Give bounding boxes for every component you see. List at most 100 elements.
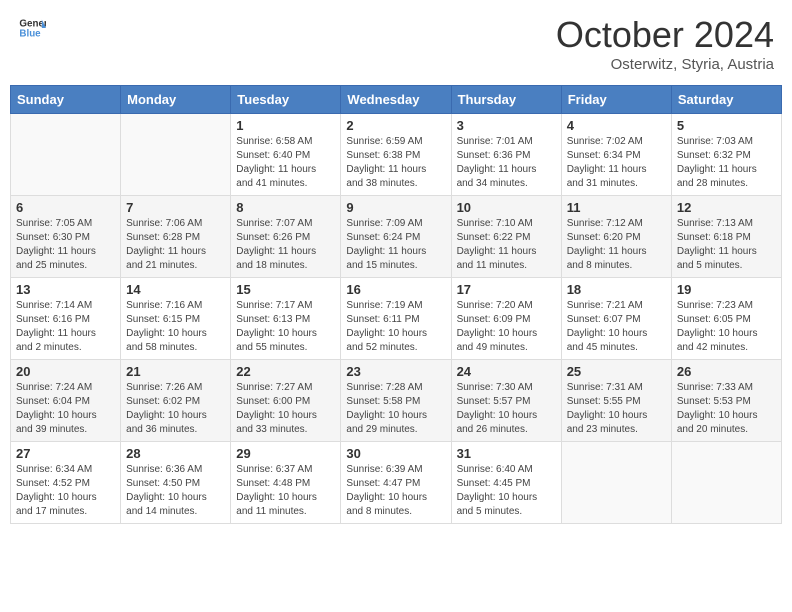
day-info: Sunrise: 6:59 AM Sunset: 6:38 PM Dayligh… <box>346 135 445 191</box>
day-number: 11 <box>567 200 666 215</box>
day-info: Sunrise: 6:58 AM Sunset: 6:40 PM Dayligh… <box>236 135 335 191</box>
day-info: Sunrise: 7:33 AM Sunset: 5:53 PM Dayligh… <box>677 381 776 437</box>
calendar-cell: 28 Sunrise: 6:36 AM Sunset: 4:50 PM Dayli… <box>121 442 231 524</box>
header: General Blue October 2024 Osterwitz, Sty… <box>10 10 782 77</box>
weekday-header-sunday: Sunday <box>11 86 121 114</box>
day-number: 5 <box>677 118 776 133</box>
calendar-cell: 16 Sunrise: 7:19 AM Sunset: 6:11 PM Dayli… <box>341 278 451 360</box>
weekday-header-friday: Friday <box>561 86 671 114</box>
day-number: 28 <box>126 446 225 461</box>
day-info: Sunrise: 7:01 AM Sunset: 6:36 PM Dayligh… <box>457 135 556 191</box>
day-info: Sunrise: 7:23 AM Sunset: 6:05 PM Dayligh… <box>677 299 776 355</box>
calendar-cell: 10 Sunrise: 7:10 AM Sunset: 6:22 PM Dayli… <box>451 196 561 278</box>
calendar-cell: 14 Sunrise: 7:16 AM Sunset: 6:15 PM Dayli… <box>121 278 231 360</box>
calendar-cell: 8Sunrise: 7:07 AM Sunset: 6:26 PM Daylig… <box>231 196 341 278</box>
day-info: Sunrise: 7:19 AM Sunset: 6:11 PM Dayligh… <box>346 299 445 355</box>
day-number: 25 <box>567 364 666 379</box>
day-info: Sunrise: 7:02 AM Sunset: 6:34 PM Dayligh… <box>567 135 666 191</box>
calendar-cell: 29 Sunrise: 6:37 AM Sunset: 4:48 PM Dayli… <box>231 442 341 524</box>
day-number: 7 <box>126 200 225 215</box>
calendar-cell: 15 Sunrise: 7:17 AM Sunset: 6:13 PM Dayli… <box>231 278 341 360</box>
weekday-header-thursday: Thursday <box>451 86 561 114</box>
calendar-cell: 23 Sunrise: 7:28 AM Sunset: 5:58 PM Dayli… <box>341 360 451 442</box>
calendar-cell: 19 Sunrise: 7:23 AM Sunset: 6:05 PM Dayli… <box>671 278 781 360</box>
day-info: Sunrise: 7:20 AM Sunset: 6:09 PM Dayligh… <box>457 299 556 355</box>
day-number: 15 <box>236 282 335 297</box>
calendar-week-row: 27Sunrise: 6:34 AM Sunset: 4:52 PM Dayli… <box>11 442 782 524</box>
day-number: 10 <box>457 200 556 215</box>
calendar-cell: 9Sunrise: 7:09 AM Sunset: 6:24 PM Daylig… <box>341 196 451 278</box>
calendar-cell: 21Sunrise: 7:26 AM Sunset: 6:02 PM Dayli… <box>121 360 231 442</box>
calendar-cell <box>561 442 671 524</box>
day-info: Sunrise: 7:13 AM Sunset: 6:18 PM Dayligh… <box>677 217 776 273</box>
day-info: Sunrise: 7:17 AM Sunset: 6:13 PM Dayligh… <box>236 299 335 355</box>
day-info: Sunrise: 6:37 AM Sunset: 4:48 PM Dayligh… <box>236 463 335 519</box>
day-info: Sunrise: 7:14 AM Sunset: 6:16 PM Dayligh… <box>16 299 115 355</box>
calendar-cell: 2 Sunrise: 6:59 AM Sunset: 6:38 PM Daylig… <box>341 114 451 196</box>
day-info: Sunrise: 7:24 AM Sunset: 6:04 PM Dayligh… <box>16 381 115 437</box>
calendar-week-row: 13 Sunrise: 7:14 AM Sunset: 6:16 PM Dayli… <box>11 278 782 360</box>
calendar-cell: 24 Sunrise: 7:30 AM Sunset: 5:57 PM Dayli… <box>451 360 561 442</box>
day-number: 13 <box>16 282 115 297</box>
day-info: Sunrise: 7:28 AM Sunset: 5:58 PM Dayligh… <box>346 381 445 437</box>
day-info: Sunrise: 7:03 AM Sunset: 6:32 PM Dayligh… <box>677 135 776 191</box>
day-info: Sunrise: 6:40 AM Sunset: 4:45 PM Dayligh… <box>457 463 556 519</box>
day-number: 1 <box>236 118 335 133</box>
day-info: Sunrise: 7:06 AM Sunset: 6:28 PM Dayligh… <box>126 217 225 273</box>
day-number: 8 <box>236 200 335 215</box>
weekday-header-wednesday: Wednesday <box>341 86 451 114</box>
title-block: October 2024 Osterwitz, Styria, Austria <box>556 14 774 73</box>
day-number: 19 <box>677 282 776 297</box>
day-number: 4 <box>567 118 666 133</box>
calendar-cell: 31 Sunrise: 6:40 AM Sunset: 4:45 PM Dayli… <box>451 442 561 524</box>
day-info: Sunrise: 7:05 AM Sunset: 6:30 PM Dayligh… <box>16 217 115 273</box>
day-info: Sunrise: 7:21 AM Sunset: 6:07 PM Dayligh… <box>567 299 666 355</box>
calendar-cell: 18 Sunrise: 7:21 AM Sunset: 6:07 PM Dayli… <box>561 278 671 360</box>
day-number: 3 <box>457 118 556 133</box>
calendar-cell: 12Sunrise: 7:13 AM Sunset: 6:18 PM Dayli… <box>671 196 781 278</box>
day-number: 30 <box>346 446 445 461</box>
day-number: 16 <box>346 282 445 297</box>
weekday-header-monday: Monday <box>121 86 231 114</box>
day-number: 29 <box>236 446 335 461</box>
day-info: Sunrise: 6:36 AM Sunset: 4:50 PM Dayligh… <box>126 463 225 519</box>
day-number: 6 <box>16 200 115 215</box>
calendar-cell: 22 Sunrise: 7:27 AM Sunset: 6:00 PM Dayli… <box>231 360 341 442</box>
calendar-week-row: 6 Sunrise: 7:05 AM Sunset: 6:30 PM Daylig… <box>11 196 782 278</box>
calendar-cell: 7 Sunrise: 7:06 AM Sunset: 6:28 PM Daylig… <box>121 196 231 278</box>
location: Osterwitz, Styria, Austria <box>556 56 774 73</box>
calendar-cell: 20 Sunrise: 7:24 AM Sunset: 6:04 PM Dayli… <box>11 360 121 442</box>
calendar-cell <box>11 114 121 196</box>
day-info: Sunrise: 7:30 AM Sunset: 5:57 PM Dayligh… <box>457 381 556 437</box>
calendar-cell: 3 Sunrise: 7:01 AM Sunset: 6:36 PM Daylig… <box>451 114 561 196</box>
day-number: 27 <box>16 446 115 461</box>
calendar-cell: 30 Sunrise: 6:39 AM Sunset: 4:47 PM Dayli… <box>341 442 451 524</box>
day-number: 20 <box>16 364 115 379</box>
day-info: Sunrise: 7:10 AM Sunset: 6:22 PM Dayligh… <box>457 217 556 273</box>
day-number: 31 <box>457 446 556 461</box>
day-info: Sunrise: 7:26 AM Sunset: 6:02 PM Dayligh… <box>126 381 225 437</box>
calendar-header-row: SundayMondayTuesdayWednesdayThursdayFrid… <box>11 86 782 114</box>
calendar-cell: 27Sunrise: 6:34 AM Sunset: 4:52 PM Dayli… <box>11 442 121 524</box>
day-number: 2 <box>346 118 445 133</box>
day-number: 24 <box>457 364 556 379</box>
day-number: 23 <box>346 364 445 379</box>
calendar-table: SundayMondayTuesdayWednesdayThursdayFrid… <box>10 85 782 524</box>
day-number: 18 <box>567 282 666 297</box>
calendar-cell: 25Sunrise: 7:31 AM Sunset: 5:55 PM Dayli… <box>561 360 671 442</box>
day-number: 26 <box>677 364 776 379</box>
calendar-cell <box>121 114 231 196</box>
calendar-week-row: 1 Sunrise: 6:58 AM Sunset: 6:40 PM Daylig… <box>11 114 782 196</box>
generalblue-logo-icon: General Blue <box>18 14 46 42</box>
calendar-cell: 13 Sunrise: 7:14 AM Sunset: 6:16 PM Dayli… <box>11 278 121 360</box>
day-info: Sunrise: 7:12 AM Sunset: 6:20 PM Dayligh… <box>567 217 666 273</box>
weekday-header-saturday: Saturday <box>671 86 781 114</box>
day-number: 22 <box>236 364 335 379</box>
calendar-cell: 1 Sunrise: 6:58 AM Sunset: 6:40 PM Daylig… <box>231 114 341 196</box>
calendar-cell: 5 Sunrise: 7:03 AM Sunset: 6:32 PM Daylig… <box>671 114 781 196</box>
day-number: 14 <box>126 282 225 297</box>
calendar-cell: 4 Sunrise: 7:02 AM Sunset: 6:34 PM Daylig… <box>561 114 671 196</box>
day-info: Sunrise: 7:27 AM Sunset: 6:00 PM Dayligh… <box>236 381 335 437</box>
day-info: Sunrise: 7:16 AM Sunset: 6:15 PM Dayligh… <box>126 299 225 355</box>
day-info: Sunrise: 6:39 AM Sunset: 4:47 PM Dayligh… <box>346 463 445 519</box>
